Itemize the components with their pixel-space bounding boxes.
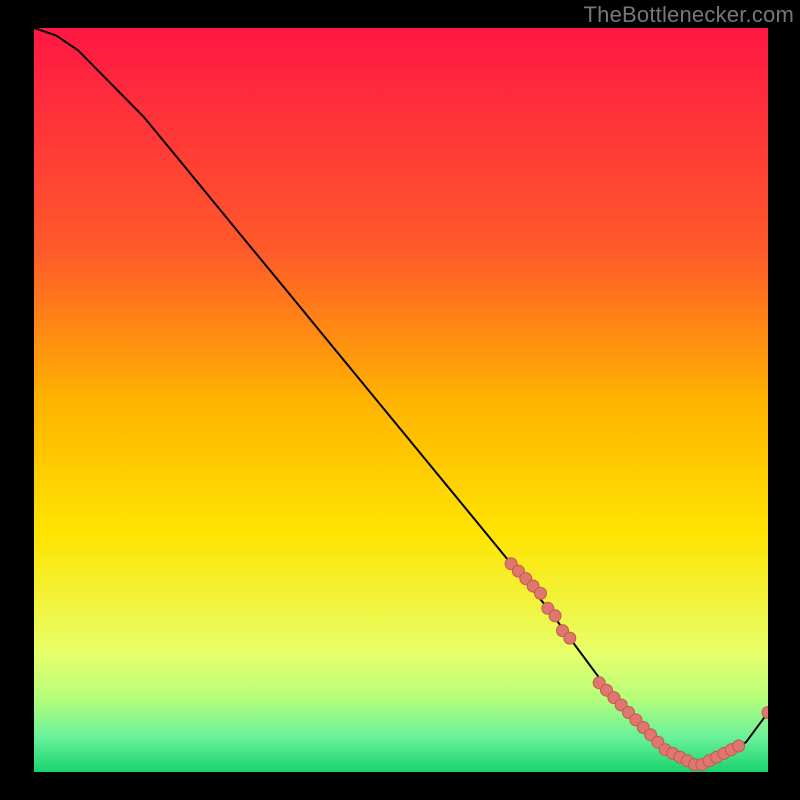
gradient-background xyxy=(34,28,768,772)
data-point xyxy=(733,740,745,752)
data-point xyxy=(564,632,576,644)
data-point xyxy=(549,610,561,622)
watermark-text: TheBottlenecker.com xyxy=(584,2,794,28)
data-point xyxy=(535,587,547,599)
bottleneck-chart xyxy=(34,28,768,772)
chart-container: TheBottlenecker.com xyxy=(0,0,800,800)
